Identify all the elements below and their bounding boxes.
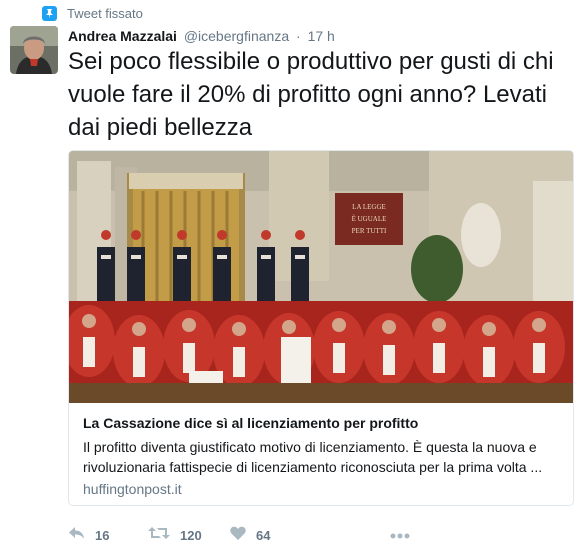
- retweet-button[interactable]: 120: [148, 524, 202, 546]
- card-body: La Cassazione dice sì al licenziamento p…: [69, 403, 573, 505]
- author-handle[interactable]: @icebergfinanza: [184, 28, 289, 44]
- tweet-timestamp[interactable]: 17 h: [308, 28, 335, 44]
- pin-icon: [42, 5, 57, 21]
- card-description: Il profitto diventa giustificato motivo …: [83, 439, 543, 475]
- avatar[interactable]: [10, 26, 58, 74]
- retweet-count: 120: [180, 527, 202, 543]
- header-separator: ·: [296, 28, 301, 44]
- card-domain[interactable]: huffingtonpost.it: [83, 481, 182, 497]
- pinned-label: Tweet fissato: [67, 5, 143, 21]
- link-card[interactable]: LA LEGGE È UGUALE PER TUTTI La Cassazion…: [68, 150, 574, 506]
- more-button[interactable]: [390, 524, 410, 546]
- pinned-tweet-indicator: Tweet fissato: [42, 4, 143, 22]
- reply-button[interactable]: 16: [68, 524, 109, 546]
- author-name[interactable]: Andrea Mazzalai: [68, 28, 177, 44]
- more-icon: [390, 526, 410, 544]
- svg-text:LA LEGGE: LA LEGGE: [352, 203, 386, 211]
- heart-icon: [230, 526, 246, 545]
- svg-text:È UGUALE: È UGUALE: [352, 215, 387, 223]
- tweet-text: Sei poco flessibile o produttivo per gus…: [68, 48, 554, 141]
- svg-text:PER TUTTI: PER TUTTI: [352, 227, 387, 235]
- reply-count: 16: [95, 527, 110, 543]
- like-button[interactable]: 64: [230, 524, 270, 546]
- tweet-header: Andrea Mazzalai @icebergfinanza · 17 h: [68, 28, 335, 44]
- like-count: 64: [256, 527, 271, 543]
- tweet-actions: 16 120 64: [68, 524, 574, 546]
- card-image: LA LEGGE È UGUALE PER TUTTI: [69, 151, 573, 403]
- retweet-icon: [148, 526, 170, 545]
- reply-icon: [68, 526, 85, 545]
- card-title[interactable]: La Cassazione dice sì al licenziamento p…: [83, 415, 418, 431]
